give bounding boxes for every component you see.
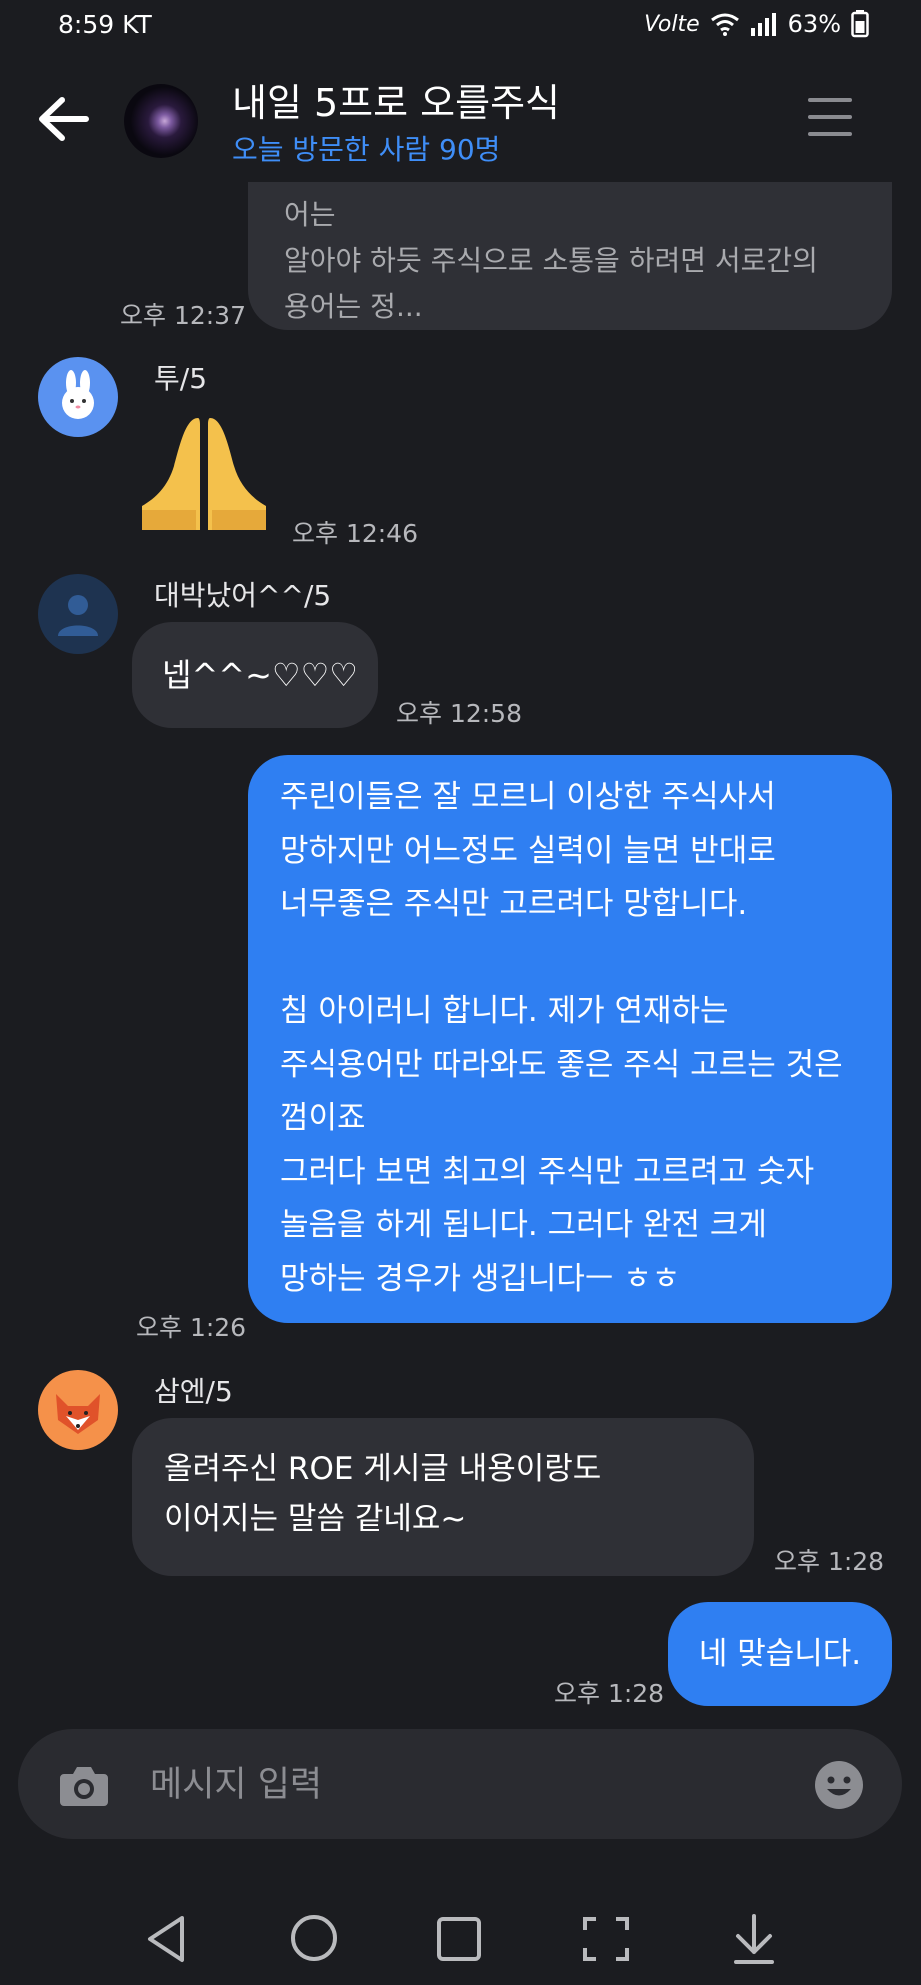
nav-recents-icon[interactable] bbox=[436, 1916, 482, 1962]
status-icons: Volte 63% bbox=[644, 10, 869, 38]
default-user-icon bbox=[58, 595, 98, 636]
group-avatar[interactable] bbox=[124, 84, 198, 158]
message-time: 오후 12:37 bbox=[120, 301, 246, 330]
volte-label: Volte bbox=[644, 11, 700, 37]
emoji-icon[interactable] bbox=[814, 1760, 864, 1810]
message-time: 오후 1:28 bbox=[554, 1679, 665, 1708]
wifi-icon bbox=[710, 13, 739, 36]
status-time: 8:59 KT bbox=[58, 10, 152, 39]
avatar[interactable] bbox=[38, 357, 118, 437]
signal-icon bbox=[750, 13, 776, 36]
chat-area[interactable]: …이가 정의도 에의를 위해는 최소의 규칙 및 용어는 알아야 하듯 주식으로… bbox=[0, 182, 921, 1722]
avatar[interactable] bbox=[38, 574, 118, 654]
sender-name: 삼엔/5 bbox=[154, 1375, 233, 1408]
camera-icon[interactable] bbox=[58, 1764, 110, 1808]
battery-icon bbox=[851, 10, 869, 38]
rabbit-avatar-icon bbox=[62, 370, 94, 419]
message-bubble[interactable]: 올려주신 ROE 게시글 내용이랑도 이어지는 말씀 같네요~ bbox=[132, 1418, 754, 1576]
battery-percent: 63% bbox=[787, 10, 841, 38]
message-bubble[interactable]: 주린이들은 잘 모르니 이상한 주식사서 망하지만 어느정도 실력이 늘면 반대… bbox=[248, 755, 892, 1323]
message-time: 오후 1:28 bbox=[774, 1547, 885, 1576]
avatar[interactable] bbox=[38, 1370, 118, 1450]
nav-download-icon[interactable] bbox=[732, 1912, 776, 1966]
sender-name: 투/5 bbox=[154, 362, 208, 395]
message-bubble[interactable]: 넵^^~♡♡♡ bbox=[132, 622, 378, 728]
sender-name: 대박났어^^/5 bbox=[154, 579, 332, 612]
fox-avatar-icon bbox=[56, 1394, 100, 1434]
message-bubble[interactable]: 네 맞습니다. bbox=[668, 1602, 892, 1706]
back-arrow-icon[interactable] bbox=[36, 94, 90, 144]
message-bubble[interactable]: …이가 정의도 에의를 위해는 최소의 규칙 및 용어는 알아야 하듯 주식으로… bbox=[248, 182, 892, 330]
message-time: 오후 12:58 bbox=[396, 699, 522, 728]
nav-screenshot-icon[interactable] bbox=[582, 1916, 630, 1962]
nav-home-icon[interactable] bbox=[290, 1914, 338, 1962]
message-input[interactable] bbox=[148, 1754, 792, 1816]
nav-back-icon[interactable] bbox=[144, 1914, 188, 1964]
menu-icon[interactable] bbox=[808, 98, 852, 138]
message-time: 오후 12:46 bbox=[292, 519, 418, 548]
visitor-count: 오늘 방문한 사람 90명 bbox=[232, 133, 501, 166]
chat-title: 내일 5프로 오를주식 bbox=[232, 81, 561, 125]
folded-hands-emoji[interactable] bbox=[136, 414, 272, 530]
message-time: 오후 1:26 bbox=[136, 1313, 247, 1342]
